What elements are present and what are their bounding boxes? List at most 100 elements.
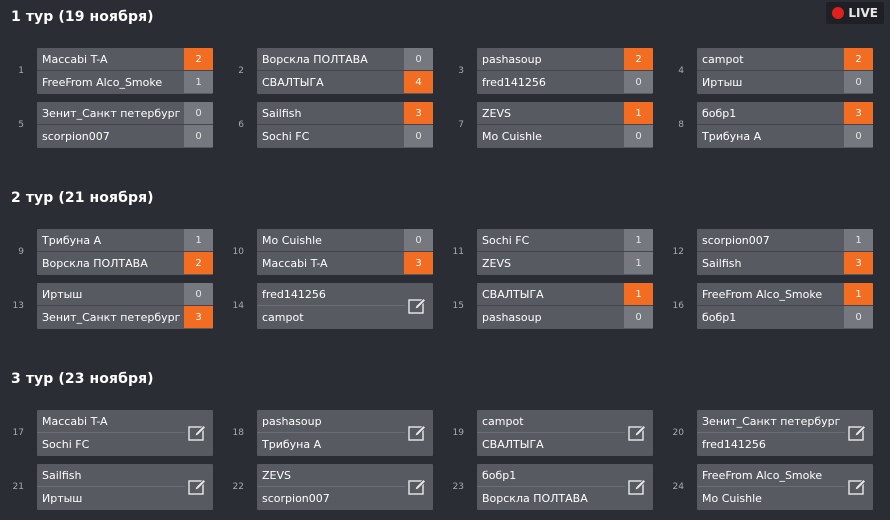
- away-team-name[interactable]: pashasoup: [477, 311, 624, 324]
- match-card[interactable]: campot 2 Иртыш 0: [697, 48, 873, 94]
- home-team-name[interactable]: Sailfish: [257, 107, 404, 120]
- home-team-name[interactable]: ZEVS: [257, 469, 405, 482]
- match-1[interactable]: 1 Maccabi T-A 2 FreeFrom Alco_Smoke 1: [0, 48, 230, 94]
- match-6[interactable]: 6 Sailfish 3 Sochi FC 0: [220, 102, 450, 148]
- match-card[interactable]: scorpion007 1 Sailfish 3: [697, 229, 873, 275]
- home-team-name[interactable]: campot: [477, 415, 625, 428]
- match-card[interactable]: ZEVS scorpion007: [257, 464, 433, 510]
- match-22[interactable]: 22 ZEVS scorpion007: [220, 464, 450, 510]
- match-card[interactable]: campot СВАЛТЫГА: [477, 410, 653, 456]
- home-team-name[interactable]: Зенит_Санкт петербург: [37, 107, 184, 120]
- match-15[interactable]: 15 СВАЛТЫГА 1 pashasoup 0: [440, 283, 670, 329]
- match-9[interactable]: 9 Трибуна А 1 Ворскла ПОЛТАВА 2: [0, 229, 230, 275]
- match-24[interactable]: 24 FreeFrom Alco_Smoke Mo Cuishle: [660, 464, 890, 510]
- away-team-name[interactable]: бобр1: [697, 311, 844, 324]
- away-team-name[interactable]: Зенит_Санкт петербург: [37, 311, 184, 324]
- match-21[interactable]: 21 Sailfish Иртыш: [0, 464, 230, 510]
- match-2[interactable]: 2 Ворскла ПОЛТАВА 0 СВАЛТЫГА 4: [220, 48, 450, 94]
- match-card[interactable]: бобр1 3 Трибуна А0: [697, 102, 873, 148]
- away-team-name[interactable]: FreeFrom Alco_Smoke: [37, 76, 184, 89]
- away-team-name[interactable]: Трибуна А: [697, 130, 844, 143]
- away-team-name[interactable]: Maccabi T-A: [257, 257, 404, 270]
- match-card[interactable]: Maccabi T-A 2 FreeFrom Alco_Smoke 1: [37, 48, 213, 94]
- home-team-name[interactable]: ZEVS: [477, 107, 624, 120]
- match-card[interactable]: pashasoup 2 fred141256 0: [477, 48, 653, 94]
- home-team-name[interactable]: бобр1: [477, 469, 625, 482]
- home-team-name[interactable]: campot: [697, 53, 844, 66]
- away-team-name[interactable]: Mo Cuishle: [477, 130, 624, 143]
- match-card[interactable]: FreeFrom Alco_Smoke 1 бобр1 0: [697, 283, 873, 329]
- match-card[interactable]: pashasoup Трибуна А: [257, 410, 433, 456]
- home-team-name[interactable]: Трибуна А: [37, 234, 184, 247]
- match-card[interactable]: Sailfish Иртыш: [37, 464, 213, 510]
- edit-icon[interactable]: [847, 477, 867, 497]
- match-17[interactable]: 17 Maccabi T-A Sochi FC: [0, 410, 230, 456]
- match-card[interactable]: Ворскла ПОЛТАВА 0 СВАЛТЫГА 4: [257, 48, 433, 94]
- home-team-name[interactable]: scorpion007: [697, 234, 844, 247]
- match-11[interactable]: 11 Sochi FC 1 ZEVS 1: [440, 229, 670, 275]
- home-team-name[interactable]: fred141256: [257, 288, 405, 301]
- edit-icon[interactable]: [407, 423, 427, 443]
- match-number: 7: [458, 120, 464, 130]
- home-team-name[interactable]: Иртыш: [37, 288, 184, 301]
- home-team-name[interactable]: FreeFrom Alco_Smoke: [697, 469, 845, 482]
- home-team-name[interactable]: FreeFrom Alco_Smoke: [697, 288, 844, 301]
- match-card[interactable]: Maccabi T-A Sochi FC: [37, 410, 213, 456]
- match-13[interactable]: 13 Иртыш 0 Зенит_Санкт петербург 3: [0, 283, 230, 329]
- away-team-name[interactable]: Sailfish: [697, 257, 844, 270]
- home-team-name[interactable]: pashasoup: [257, 415, 405, 428]
- match-19[interactable]: 19 campot СВАЛТЫГА: [440, 410, 670, 456]
- away-team-row: бобр1 0: [697, 306, 873, 328]
- match-14[interactable]: 14 fred141256 campot: [220, 283, 450, 329]
- match-5[interactable]: 5 Зенит_Санкт петербург 0 scorpion007 0: [0, 102, 230, 148]
- match-card[interactable]: Трибуна А 1 Ворскла ПОЛТАВА 2: [37, 229, 213, 275]
- match-card[interactable]: fred141256 campot: [257, 283, 433, 329]
- edit-icon[interactable]: [627, 477, 647, 497]
- away-team-name[interactable]: Ворскла ПОЛТАВА: [37, 257, 184, 270]
- home-team-name[interactable]: бобр1: [697, 107, 844, 120]
- home-team-name[interactable]: Maccabi T-A: [37, 53, 184, 66]
- match-card[interactable]: бобр1 Ворскла ПОЛТАВА: [477, 464, 653, 510]
- away-team-name[interactable]: fred141256: [477, 76, 624, 89]
- away-team-name[interactable]: scorpion007: [37, 130, 184, 143]
- match-8[interactable]: 8 бобр1 3 Трибуна А0: [660, 102, 890, 148]
- match-card[interactable]: Зенит_Санкт петербург fred141256: [697, 410, 873, 456]
- home-team-name[interactable]: Sailfish: [37, 469, 185, 482]
- home-team-name[interactable]: СВАЛТЫГА: [477, 288, 624, 301]
- edit-icon[interactable]: [847, 423, 867, 443]
- match-7[interactable]: 7 ZEVS 1 Mo Cuishle 0: [440, 102, 670, 148]
- match-16[interactable]: 16 FreeFrom Alco_Smoke 1 бобр1 0: [660, 283, 890, 329]
- match-12[interactable]: 12 scorpion007 1 Sailfish 3: [660, 229, 890, 275]
- edit-icon[interactable]: [407, 477, 427, 497]
- away-team-row: Sochi FC 0: [257, 125, 433, 147]
- away-team-name[interactable]: Иртыш: [697, 76, 844, 89]
- match-20[interactable]: 20 Зенит_Санкт петербург fred141256: [660, 410, 890, 456]
- match-card[interactable]: СВАЛТЫГА 1 pashasoup 0: [477, 283, 653, 329]
- match-10[interactable]: 10 Mo Cuishle 0 Maccabi T-A 3: [220, 229, 450, 275]
- match-card[interactable]: Sochi FC 1 ZEVS 1: [477, 229, 653, 275]
- match-card[interactable]: Зенит_Санкт петербург 0 scorpion007 0: [37, 102, 213, 148]
- home-team-name[interactable]: Sochi FC: [477, 234, 624, 247]
- match-card[interactable]: ZEVS 1 Mo Cuishle 0: [477, 102, 653, 148]
- match-card[interactable]: FreeFrom Alco_Smoke Mo Cuishle: [697, 464, 873, 510]
- match-23[interactable]: 23 бобр1 Ворскла ПОЛТАВА: [440, 464, 670, 510]
- home-team-name[interactable]: Зенит_Санкт петербург: [697, 415, 845, 428]
- match-card[interactable]: Sailfish 3 Sochi FC 0: [257, 102, 433, 148]
- match-card[interactable]: Иртыш 0 Зенит_Санкт петербург 3: [37, 283, 213, 329]
- home-team-row: FreeFrom Alco_Smoke 1: [697, 283, 873, 306]
- match-18[interactable]: 18 pashasoup Трибуна А: [220, 410, 450, 456]
- edit-icon[interactable]: [627, 423, 647, 443]
- home-team-name[interactable]: Mo Cuishle: [257, 234, 404, 247]
- away-team-name[interactable]: Sochi FC: [257, 130, 404, 143]
- home-team-name[interactable]: Ворскла ПОЛТАВА: [257, 53, 404, 66]
- match-3[interactable]: 3 pashasoup 2 fred141256 0: [440, 48, 670, 94]
- match-4[interactable]: 4 campot 2 Иртыш 0: [660, 48, 890, 94]
- away-team-name[interactable]: СВАЛТЫГА: [257, 76, 404, 89]
- edit-icon[interactable]: [187, 477, 207, 497]
- home-team-name[interactable]: pashasoup: [477, 53, 624, 66]
- match-card[interactable]: Mo Cuishle 0 Maccabi T-A 3: [257, 229, 433, 275]
- edit-icon[interactable]: [407, 296, 427, 316]
- away-team-name[interactable]: ZEVS: [477, 257, 624, 270]
- home-team-name[interactable]: Maccabi T-A: [37, 415, 185, 428]
- edit-icon[interactable]: [187, 423, 207, 443]
